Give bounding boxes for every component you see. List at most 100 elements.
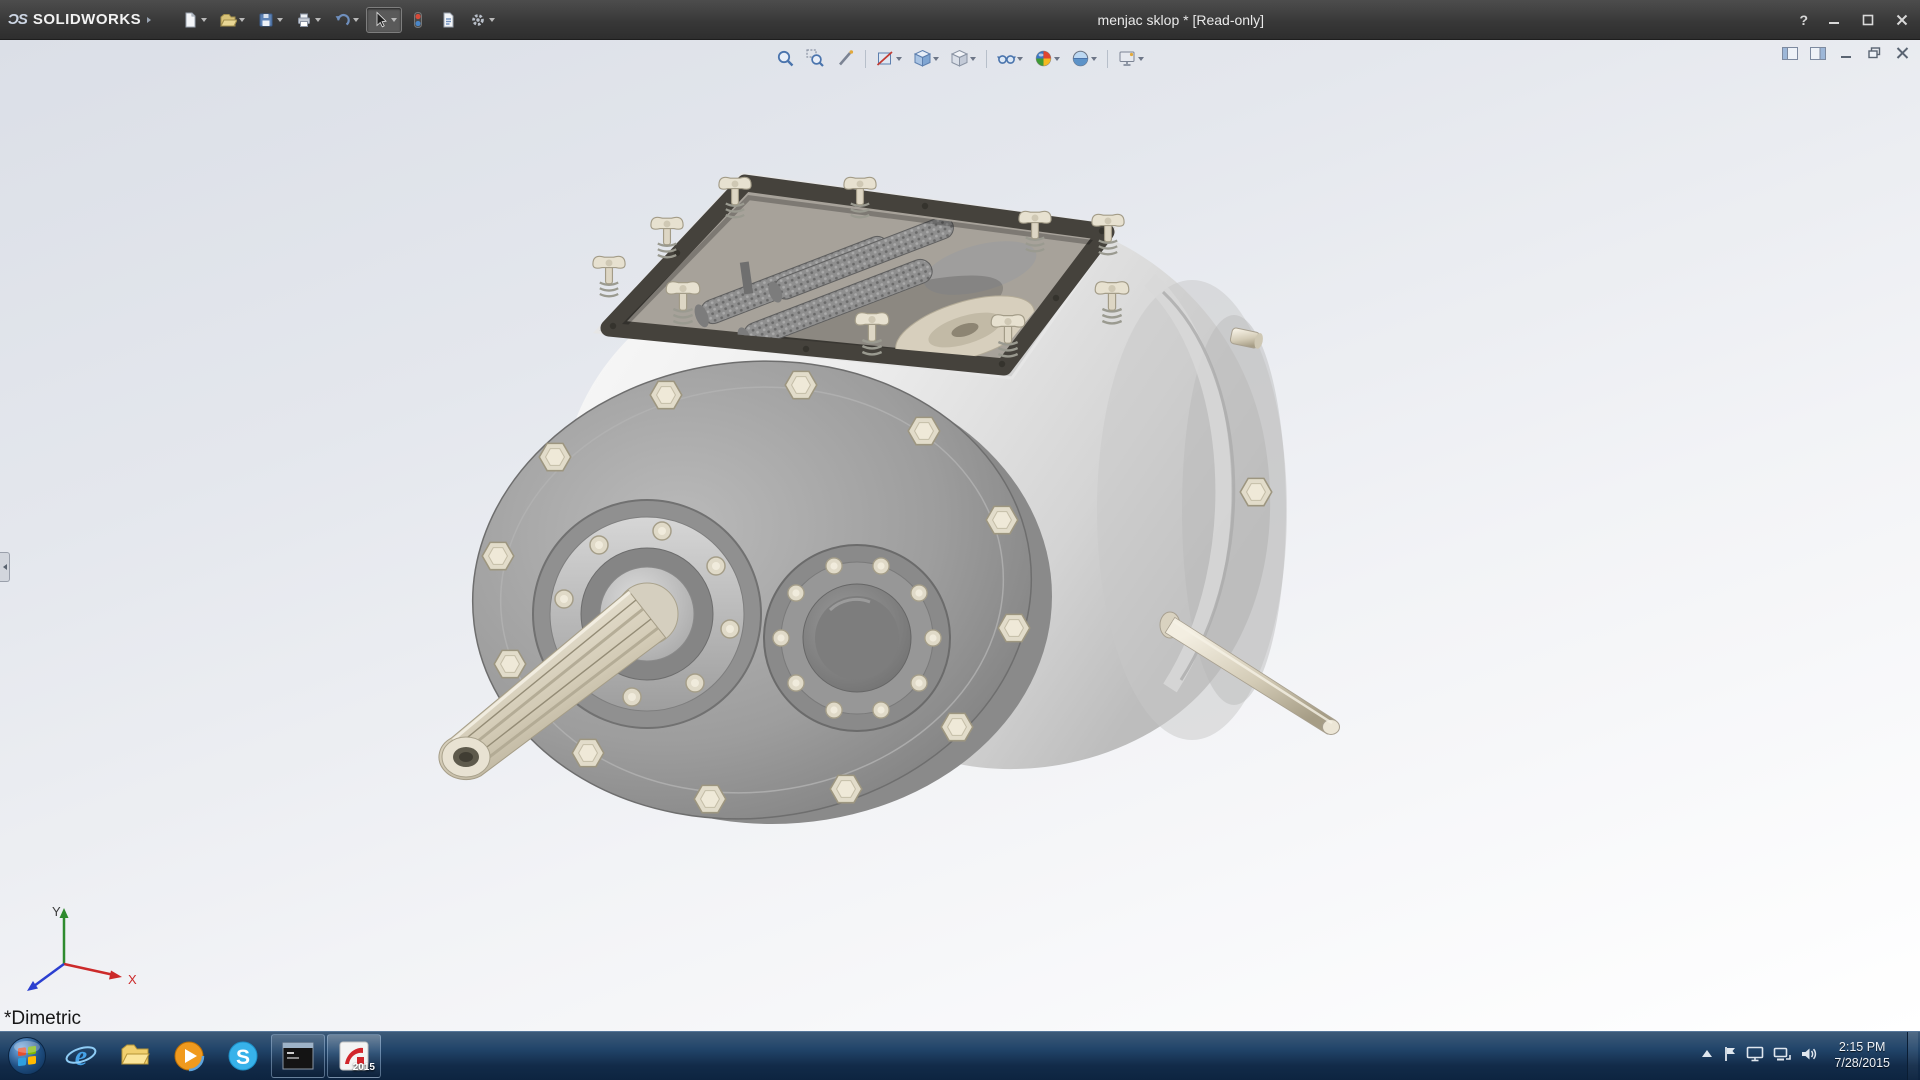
save-button[interactable] xyxy=(252,7,288,33)
print-button[interactable] xyxy=(290,7,326,33)
dropdown-caret-icon xyxy=(970,57,976,64)
dropdown-caret-icon xyxy=(933,57,939,64)
solidworks-logo-text: SOLIDWORKS xyxy=(33,11,141,28)
windows-start-orb-icon xyxy=(6,1035,48,1077)
network-status-button[interactable] xyxy=(1773,1046,1791,1067)
network-icon xyxy=(1773,1046,1791,1062)
solidworks-logo-mark: ƆS xyxy=(8,11,27,28)
taskbar-internet-explorer[interactable]: e xyxy=(54,1032,108,1080)
dropdown-caret-icon xyxy=(201,18,207,25)
action-center-button[interactable] xyxy=(1723,1046,1737,1067)
dropdown-caret-icon xyxy=(1138,57,1144,64)
taskbar-skype[interactable]: S xyxy=(216,1032,270,1080)
help-button[interactable]: ? xyxy=(1795,10,1812,30)
section-view-icon xyxy=(876,49,895,68)
save-floppy-icon xyxy=(257,11,275,29)
show-desktop-button[interactable] xyxy=(1907,1032,1918,1080)
view-orientation-button[interactable] xyxy=(909,46,943,71)
zoom-to-area-button[interactable] xyxy=(802,46,829,71)
new-file-icon xyxy=(181,11,199,29)
taskbar-solidworks[interactable]: 2015 xyxy=(327,1034,381,1078)
dropdown-caret-icon xyxy=(1054,57,1060,64)
zoom-to-fit-button[interactable] xyxy=(772,46,799,71)
flag-icon xyxy=(1723,1046,1737,1062)
section-view-button[interactable] xyxy=(872,46,906,71)
zoom-to-area-icon xyxy=(806,49,825,68)
restore-icon xyxy=(1868,47,1881,59)
document-restore-button[interactable] xyxy=(1864,45,1884,61)
dropdown-caret-icon xyxy=(353,18,359,25)
display-style-button[interactable] xyxy=(946,46,980,71)
open-folder-icon xyxy=(219,11,237,29)
start-button[interactable] xyxy=(0,1032,54,1080)
close-icon xyxy=(1896,14,1908,26)
file-properties-button[interactable] xyxy=(434,7,462,33)
volume-button[interactable] xyxy=(1800,1046,1817,1067)
monitor-icon xyxy=(1746,1046,1764,1062)
dropdown-caret-icon xyxy=(277,18,283,25)
command-prompt-icon xyxy=(281,1041,315,1071)
open-button[interactable] xyxy=(214,7,250,33)
zoom-to-fit-icon xyxy=(776,49,795,68)
left-pane-expander[interactable] xyxy=(0,552,10,582)
undo-button[interactable] xyxy=(328,7,364,33)
document-minimize-button[interactable] xyxy=(1836,45,1856,61)
model-canvas[interactable] xyxy=(0,40,1920,1031)
rebuild-button[interactable] xyxy=(404,7,432,33)
model-output-boss[interactable] xyxy=(764,545,950,731)
solidworks-logo[interactable]: ƆS SOLIDWORKS xyxy=(0,0,166,39)
select-button[interactable] xyxy=(366,7,402,33)
taskbar-command-prompt[interactable] xyxy=(271,1034,325,1078)
show-display-pane-button[interactable] xyxy=(1808,45,1828,61)
dropdown-caret-icon xyxy=(896,57,902,64)
graphics-area[interactable]: Y X *Dimetric xyxy=(0,40,1920,1031)
internet-explorer-icon: e xyxy=(64,1039,98,1073)
close-button[interactable] xyxy=(1890,10,1914,30)
hide-show-glasses-icon xyxy=(997,49,1016,68)
folder-icon xyxy=(118,1039,152,1073)
file-properties-icon xyxy=(439,11,457,29)
dropdown-caret-icon xyxy=(1091,57,1097,64)
system-tray: 2:15 PM 7/28/2015 xyxy=(1700,1032,1920,1080)
toolbar-separator xyxy=(865,50,866,68)
view-settings-button[interactable] xyxy=(1114,46,1148,71)
minimize-button[interactable] xyxy=(1822,10,1846,30)
dropdown-caret-icon xyxy=(239,18,245,25)
dropdown-caret-icon xyxy=(315,18,321,25)
previous-view-icon xyxy=(836,49,855,68)
taskbar-file-explorer[interactable] xyxy=(108,1032,162,1080)
taskbar-apps: e S xyxy=(0,1032,382,1080)
new-button[interactable] xyxy=(176,7,212,33)
show-feature-pane-button[interactable] xyxy=(1780,45,1800,61)
document-window-controls xyxy=(1780,45,1912,61)
dropdown-caret-icon xyxy=(1017,57,1023,64)
show-hidden-icons-button[interactable] xyxy=(1700,1047,1714,1065)
edit-appearance-button[interactable] xyxy=(1030,46,1064,71)
document-close-button[interactable] xyxy=(1892,45,1912,61)
edit-appearance-ball-icon xyxy=(1034,49,1053,68)
taskbar-media-player[interactable] xyxy=(162,1032,216,1080)
select-cursor-icon xyxy=(371,11,389,29)
titlebar: ƆS SOLIDWORKS xyxy=(0,0,1920,40)
options-button[interactable] xyxy=(464,7,500,33)
skype-icon: S xyxy=(226,1039,260,1073)
dropdown-caret-icon xyxy=(489,18,495,25)
minimize-icon xyxy=(1828,14,1840,26)
tray-clock[interactable]: 2:15 PM 7/28/2015 xyxy=(1826,1040,1898,1071)
printer-icon xyxy=(295,11,313,29)
undo-arrow-icon xyxy=(333,11,351,29)
headsup-toolbar xyxy=(772,46,1148,71)
window-title: menjac sklop * [Read-only] xyxy=(1098,12,1265,28)
chevron-left-icon xyxy=(0,564,7,570)
hide-show-items-button[interactable] xyxy=(993,46,1027,71)
apply-scene-button[interactable] xyxy=(1067,46,1101,71)
display-settings-button[interactable] xyxy=(1746,1046,1764,1067)
triad-x-label: X xyxy=(128,972,137,987)
logo-menu-arrow-icon xyxy=(147,17,154,23)
toolbar-separator xyxy=(986,50,987,68)
options-gear-icon xyxy=(469,11,487,29)
view-settings-icon xyxy=(1118,49,1137,68)
previous-view-button[interactable] xyxy=(832,46,859,71)
ie-letter: e xyxy=(75,1041,87,1072)
maximize-button[interactable] xyxy=(1856,10,1880,30)
